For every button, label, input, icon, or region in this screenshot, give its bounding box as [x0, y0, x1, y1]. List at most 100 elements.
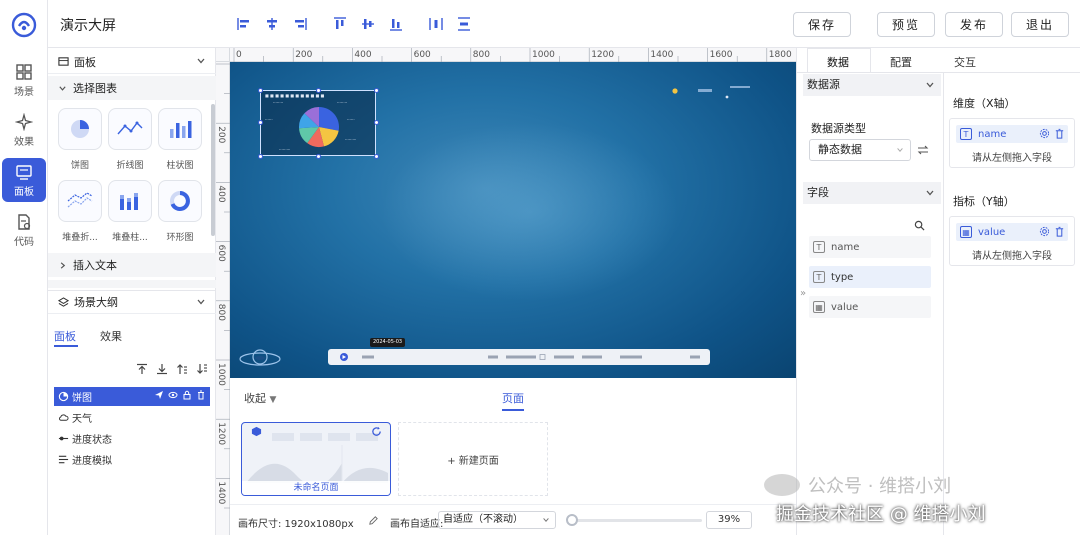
canvas-fit-select[interactable]: 自适应（不滚动） [438, 511, 556, 529]
gear-icon[interactable] [1039, 128, 1050, 139]
distribute-horizontal-icon[interactable] [428, 16, 444, 32]
layer-row-pie[interactable]: 饼图 [54, 387, 210, 406]
align-left-icon[interactable] [236, 16, 252, 32]
chart-tile-bar[interactable] [158, 108, 202, 150]
align-right-icon[interactable] [292, 16, 308, 32]
align-center-v-icon[interactable] [360, 16, 376, 32]
zoom-slider[interactable] [570, 519, 702, 522]
datasource-type-value: 静态数据 [818, 143, 862, 156]
distribute-vertical-icon[interactable] [456, 16, 472, 32]
swap-icon[interactable] [917, 144, 929, 156]
chart-tile-stacked-bar[interactable] [108, 180, 152, 222]
new-page-button[interactable]: + 新建页面 [398, 422, 548, 496]
y-axis-drop-hint: 请从左侧拖入字段 [972, 251, 1052, 262]
nav-effect[interactable]: 效果 [2, 108, 46, 152]
eye-icon[interactable] [168, 390, 178, 400]
pie-chart-icon [71, 120, 89, 138]
resize-handle[interactable] [258, 120, 263, 125]
chart-tile-stacked-line[interactable] [58, 180, 102, 222]
save-button[interactable]: 保存 [793, 12, 851, 37]
active-tab-indicator [54, 345, 78, 347]
align-bottom-icon[interactable] [388, 16, 404, 32]
field-item-value[interactable]: ▦ value [809, 296, 931, 318]
move-down-icon[interactable] [196, 363, 208, 375]
pie-slice[interactable] [319, 107, 339, 131]
screen-glow [380, 122, 680, 302]
scrollbar[interactable] [211, 104, 215, 236]
pie-legend-line: ■ ■ ■ ■ ■ ■ ■ ■ ■ ■ ■ ■ [265, 93, 325, 98]
delete-icon[interactable] [1054, 128, 1065, 139]
ruler-label: 1600 [710, 50, 733, 60]
resize-handle[interactable] [258, 88, 263, 93]
panel-section-header[interactable]: 面板 [48, 50, 216, 74]
align-center-h-icon[interactable] [264, 16, 280, 32]
exit-button[interactable]: 退出 [1011, 12, 1069, 37]
send-icon[interactable] [154, 390, 164, 400]
select-chart-header[interactable]: 选择图表 [48, 76, 216, 100]
canvas-screen[interactable]: ■ ■ ■ ■ ■ ■ ■ ■ ■ ■ ■ ■ ········ ·······… [230, 62, 796, 378]
nav-code[interactable]: 代码 [2, 208, 46, 252]
chart-tile-label: 环形图 [166, 233, 194, 243]
field-item-type[interactable]: Ttype [809, 266, 931, 288]
outline-tab-panel[interactable]: 面板 [54, 328, 76, 344]
delete-icon[interactable] [196, 390, 206, 400]
publish-button[interactable]: 发布 [945, 12, 1003, 37]
chart-tile-pie[interactable] [58, 108, 102, 150]
tab-interaction[interactable]: 交互 [954, 54, 976, 70]
number-field-icon: ▦ [960, 226, 972, 238]
gear-icon[interactable] [1039, 226, 1050, 237]
y-axis-field-chip[interactable]: ▦ value [956, 223, 1068, 241]
nav-panel[interactable]: 面板 [2, 158, 46, 202]
resize-handle[interactable] [316, 154, 321, 159]
tab-data[interactable]: 数据 [827, 54, 849, 70]
move-up-icon[interactable] [176, 363, 188, 375]
ruler-corner [216, 48, 230, 62]
tab-config[interactable]: 配置 [890, 54, 912, 70]
refresh-icon[interactable] [371, 426, 382, 437]
datasource-type-select[interactable]: 静态数据 [809, 139, 911, 161]
panel-section-title: 面板 [74, 55, 96, 69]
nav-scene[interactable]: 场景 [2, 58, 46, 102]
ruler-label: 1800 [769, 50, 792, 60]
resize-handle[interactable] [316, 88, 321, 93]
collapse-button[interactable]: 收起 ▼ [244, 390, 276, 406]
x-axis-field-chip[interactable]: T name [956, 125, 1068, 143]
pages-tab[interactable]: 页面 [502, 390, 524, 406]
align-top-icon[interactable] [332, 16, 348, 32]
progress-sim-bar[interactable] [328, 349, 710, 365]
left-rail: 场景 效果 面板 代码 [0, 0, 48, 535]
resize-handle[interactable] [374, 120, 379, 125]
field-item-name[interactable]: Tname [809, 236, 931, 258]
chart-tile-line[interactable] [108, 108, 152, 150]
layer-row-weather[interactable]: 天气 [54, 408, 210, 427]
x-axis-dropzone[interactable]: T name 请从左侧拖入字段 [949, 118, 1075, 168]
zoom-input[interactable]: 39% [706, 511, 752, 529]
x-axis-title: 维度（X轴） [953, 97, 1016, 110]
weather-widget[interactable] [672, 85, 752, 113]
layer-row-progress-sim[interactable]: 进度模拟 [54, 450, 210, 469]
lock-icon[interactable] [182, 390, 192, 400]
scene-icon [16, 63, 32, 80]
pie-chart-widget[interactable]: ■ ■ ■ ■ ■ ■ ■ ■ ■ ■ ■ ■ ········ ·······… [260, 90, 376, 156]
fields-section-header[interactable]: 字段 [803, 182, 941, 204]
outline-tab-effect[interactable]: 效果 [100, 328, 122, 344]
zoom-slider-knob[interactable] [566, 514, 578, 526]
datasource-section-header[interactable]: 数据源 [803, 74, 941, 96]
chart-tile-ring[interactable] [158, 180, 202, 222]
number-field-icon: ▦ [813, 301, 825, 313]
move-bottom-icon[interactable] [156, 363, 168, 375]
expand-handle-icon[interactable]: » [797, 282, 809, 306]
preview-button[interactable]: 预览 [877, 12, 935, 37]
y-axis-dropzone[interactable]: ▦ value 请从左侧拖入字段 [949, 216, 1075, 266]
insert-text-header[interactable]: 插入文本 [48, 253, 216, 277]
resize-handle[interactable] [258, 154, 263, 159]
layer-row-progress-status[interactable]: 进度状态 [54, 429, 210, 448]
scene-outline-header[interactable]: 场景大纲 [48, 290, 216, 314]
move-top-icon[interactable] [136, 363, 148, 375]
resize-handle[interactable] [374, 88, 379, 93]
search-icon[interactable] [914, 220, 925, 231]
edit-icon[interactable] [368, 515, 379, 526]
resize-handle[interactable] [374, 154, 379, 159]
delete-icon[interactable] [1054, 226, 1065, 237]
page-thumbnail[interactable]: 未命名页面 [241, 422, 391, 496]
